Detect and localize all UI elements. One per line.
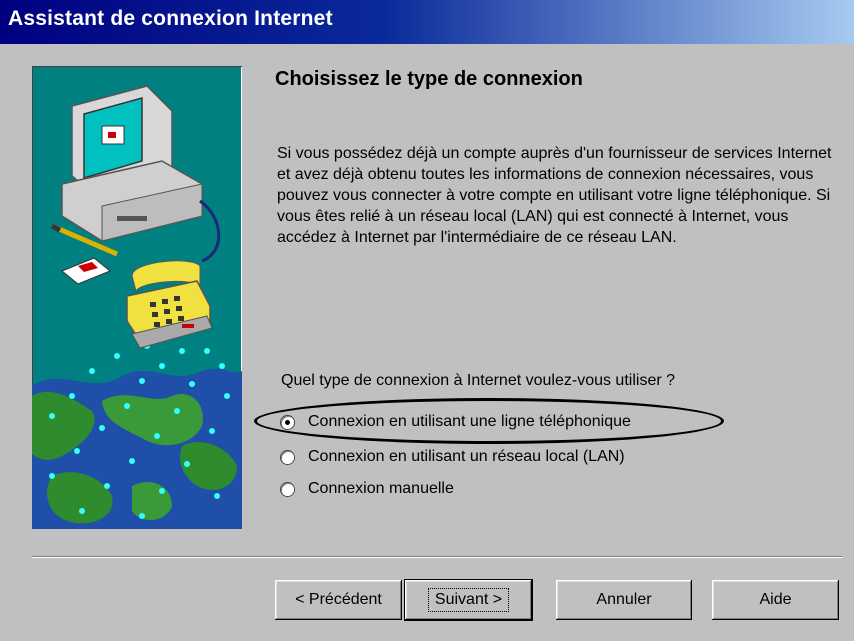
- page-title: Choisissez le type de connexion: [275, 68, 583, 90]
- radio-manual[interactable]: Connexion manuelle: [281, 480, 454, 498]
- radio-button[interactable]: [281, 482, 294, 496]
- window-title: Assistant de connexion Internet: [8, 7, 333, 30]
- radio-label-lan: Connexion en utilisant un réseau local (…: [308, 448, 625, 465]
- cancel-button[interactable]: Annuler: [556, 580, 692, 620]
- back-button[interactable]: < Précédent: [275, 580, 402, 620]
- help-button-label: Aide: [759, 591, 792, 608]
- separator: [32, 556, 842, 558]
- radio-lan[interactable]: Connexion en utilisant un réseau local (…: [281, 448, 625, 466]
- back-button-label: < Précédent: [295, 591, 382, 608]
- cancel-button-label: Annuler: [596, 591, 652, 608]
- radio-label-manual: Connexion manuelle: [308, 480, 454, 497]
- radio-label-phone: Connexion en utilisant une ligne télépho…: [308, 413, 631, 430]
- title-bar: Assistant de connexion Internet: [0, 0, 854, 44]
- help-button[interactable]: Aide: [712, 580, 839, 620]
- radio-button[interactable]: [281, 450, 294, 464]
- connection-question: Quel type de connexion à Internet voulez…: [281, 372, 676, 389]
- radio-phone-line[interactable]: Connexion en utilisant une ligne télépho…: [281, 413, 631, 431]
- computer-phone-globe-icon: [32, 85, 242, 529]
- radio-button-selected[interactable]: [281, 415, 294, 429]
- description-text: Si vous possédez déjà un compte auprès d…: [277, 145, 832, 246]
- wizard-illustration: [32, 66, 242, 529]
- next-button-label: Suivant >: [427, 588, 510, 612]
- next-button[interactable]: Suivant >: [404, 579, 533, 621]
